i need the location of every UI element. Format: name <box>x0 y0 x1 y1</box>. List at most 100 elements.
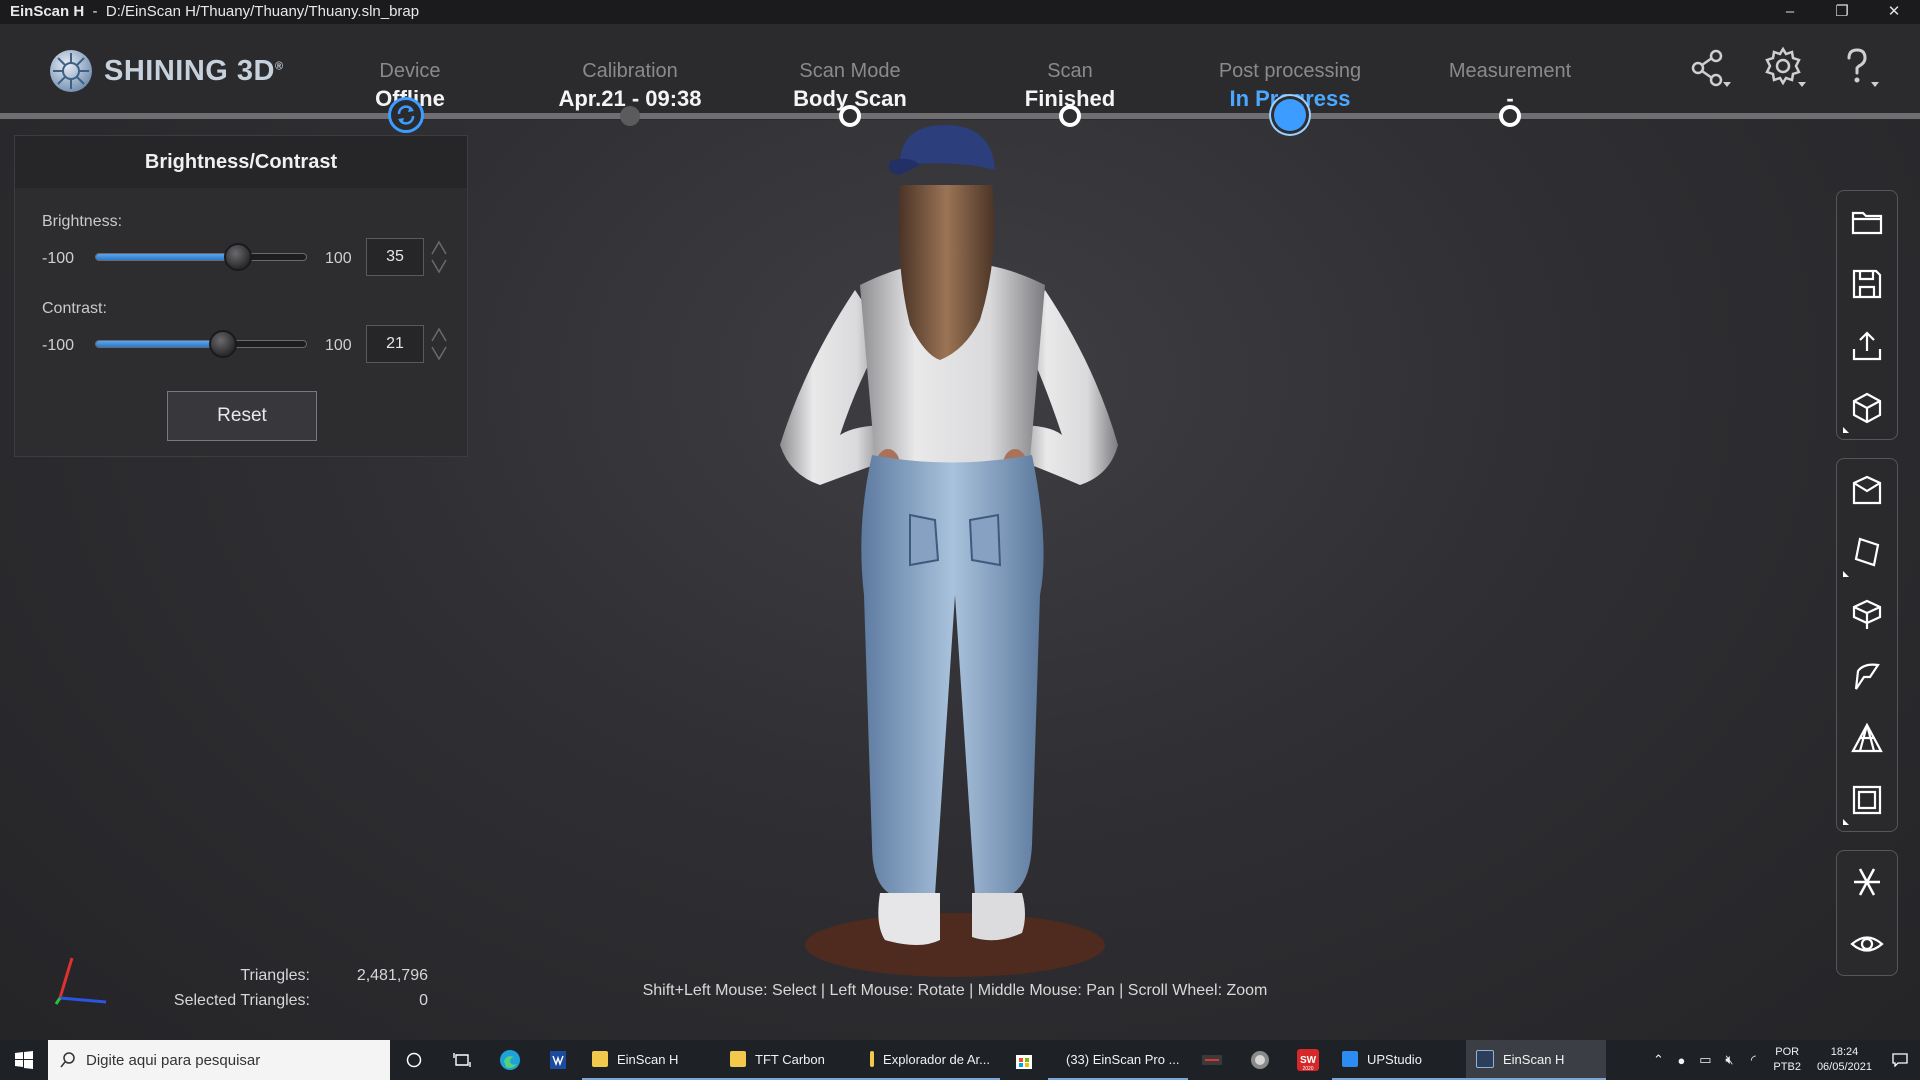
simplify-button[interactable] <box>1837 707 1897 769</box>
word-app-button[interactable] <box>534 1040 582 1080</box>
model-button[interactable] <box>1837 377 1897 439</box>
shining3d-logo-icon <box>50 50 92 92</box>
curvature-button[interactable] <box>1837 645 1897 707</box>
taskbar-search[interactable]: Digite aqui para pesquisar <box>48 1040 390 1080</box>
document-app-icon <box>550 1051 566 1069</box>
task-view-button[interactable] <box>438 1040 486 1080</box>
mesh-button[interactable] <box>1837 459 1897 521</box>
simplify-triangle-icon <box>1851 722 1883 753</box>
taskbar-app-tft-carbon[interactable]: TFT Carbon <box>720 1040 860 1080</box>
contrast-slider[interactable] <box>95 330 307 358</box>
folder-icon <box>592 1051 608 1067</box>
edge-button[interactable] <box>486 1040 534 1080</box>
taskbar-app-solidworks[interactable]: SW 2020 <box>1284 1040 1332 1080</box>
window-controls: – ❐ ✕ <box>1764 0 1920 24</box>
step-caption: Scan Mode <box>799 60 901 82</box>
triangles-label: Triangles: <box>240 967 310 984</box>
device-sync-icon[interactable] <box>388 97 424 133</box>
svg-text:SW: SW <box>1300 1055 1317 1066</box>
taskbar-app-upstudio[interactable]: UPStudio <box>1332 1040 1466 1080</box>
step-dot-scan-mode[interactable] <box>839 105 861 127</box>
task-view-icon <box>453 1053 471 1067</box>
start-button[interactable] <box>0 1040 48 1080</box>
selected-triangles-label: Selected Triangles: <box>173 992 310 1009</box>
contrast-min-label: -100 <box>42 337 75 354</box>
step-calibration[interactable]: Calibration Apr.21 - 09:38 <box>520 48 740 114</box>
brightness-slider[interactable] <box>95 243 307 271</box>
window-title: EinScan H - D:/EinScan H/Thuany/Thuany/T… <box>10 0 419 24</box>
save-icon <box>1852 269 1882 299</box>
step-dot-post-processing[interactable] <box>1274 99 1306 131</box>
contrast-label: Contrast: <box>42 300 107 317</box>
selected-triangles-value: 0 <box>419 992 428 1009</box>
store-button[interactable] <box>1000 1040 1048 1080</box>
scanned-body-model[interactable] <box>760 125 1140 985</box>
help-icon[interactable] <box>1838 46 1882 90</box>
contrast-spinner-icon[interactable] <box>429 325 449 363</box>
store-bag-icon <box>1016 1055 1032 1069</box>
windows-logo-icon <box>15 1051 33 1069</box>
step-dot-measurement[interactable] <box>1499 105 1521 127</box>
brightness-slider-fill <box>96 254 238 260</box>
restore-button[interactable]: ❐ <box>1816 0 1868 24</box>
taskbar-app-einscan-active[interactable]: EinScan H <box>1466 1040 1606 1080</box>
export-button[interactable] <box>1837 315 1897 377</box>
texture-button[interactable] <box>1837 769 1897 831</box>
brightness-label: Brightness: <box>42 213 123 230</box>
brightness-slider-thumb[interactable] <box>223 243 252 271</box>
taskbar-app-explorer[interactable]: Explorador de Ar... <box>860 1040 1000 1080</box>
brightness-min-label: -100 <box>42 250 75 267</box>
settings-gear-icon[interactable] <box>1763 46 1807 90</box>
model-cube-icon <box>1852 392 1882 424</box>
taskbar-app-red-tool[interactable] <box>1188 1040 1236 1080</box>
flip-normals-button[interactable] <box>1837 851 1897 913</box>
taskbar-app-chrome[interactable]: (33) EinScan Pro ... <box>1048 1040 1188 1080</box>
brightness-contrast-panel: Brightness/Contrast Brightness: -100 100… <box>14 135 468 457</box>
contrast-slider-thumb[interactable] <box>209 330 238 358</box>
toolbar-edit-group <box>1836 458 1898 832</box>
save-button[interactable] <box>1837 253 1897 315</box>
einscan-app-icon <box>1476 1050 1494 1068</box>
upstudio-icon <box>1342 1051 1358 1067</box>
search-placeholder: Digite aqui para pesquisar <box>86 1051 261 1069</box>
workflow-header: SHINING 3D® Device Offline Calibration A… <box>0 24 1920 120</box>
texture-cube-icon <box>1852 785 1882 815</box>
cortana-button[interactable] <box>390 1040 438 1080</box>
edit-plane-button[interactable] <box>1837 521 1897 583</box>
folder-icon <box>730 1051 746 1067</box>
cortana-icon <box>406 1052 422 1068</box>
tray-expand-icon[interactable]: ⌃ <box>1647 1040 1669 1080</box>
file-path: D:/EinScan H/Thuany/Thuany/Thuany.sln_br… <box>105 3 420 20</box>
edit-plane-icon <box>1854 537 1880 567</box>
step-dot-scan[interactable] <box>1059 105 1081 127</box>
brightness-value-input[interactable]: 35 <box>366 238 424 276</box>
battery-icon[interactable]: ▭ <box>1693 1040 1717 1080</box>
mouse-hint: Shift+Left Mouse: Select | Left Mouse: R… <box>642 982 1268 999</box>
windows-taskbar: Digite aqui para pesquisar EinScan H TFT… <box>0 1040 1920 1080</box>
wifi-icon[interactable]: ◜ <box>1741 1040 1765 1080</box>
toolbar-file-group <box>1836 190 1898 440</box>
volume-muted-icon[interactable]: 🔇︎ <box>1717 1040 1741 1080</box>
language-indicator[interactable]: POR PTB2 <box>1765 1045 1809 1075</box>
notification-bubble-icon <box>1892 1053 1908 1067</box>
brand-name: SHINING 3D® <box>104 54 284 87</box>
view-button[interactable] <box>1837 913 1897 975</box>
flip-normals-icon <box>1854 868 1880 896</box>
close-button[interactable]: ✕ <box>1868 0 1920 24</box>
cut-button[interactable] <box>1837 583 1897 645</box>
open-button[interactable] <box>1837 191 1897 253</box>
tray-app-icon[interactable]: ● <box>1669 1040 1693 1080</box>
system-clock[interactable]: 18:24 06/05/2021 <box>1809 1045 1880 1075</box>
step-caption: Scan <box>1047 60 1093 82</box>
reset-button[interactable]: Reset <box>167 391 317 441</box>
taskbar-app-einscan[interactable]: EinScan H <box>582 1040 720 1080</box>
brightness-spinner-icon[interactable] <box>429 238 449 276</box>
notifications-icon[interactable] <box>1880 1040 1920 1080</box>
scanner-app-icon <box>1251 1051 1269 1069</box>
contrast-value-input[interactable]: 21 <box>366 325 424 363</box>
step-dot-calibration[interactable] <box>620 106 640 126</box>
step-caption: Calibration <box>582 60 678 82</box>
taskbar-app-scanner[interactable] <box>1236 1040 1284 1080</box>
share-icon[interactable] <box>1688 46 1732 90</box>
minimize-button[interactable]: – <box>1764 0 1816 24</box>
